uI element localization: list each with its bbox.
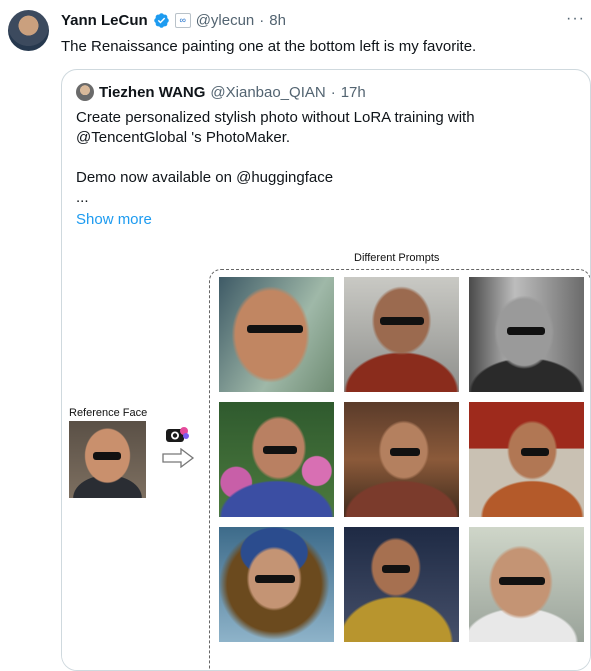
quote-separator-dot: · bbox=[330, 83, 336, 101]
author-name[interactable]: Yann LeCun bbox=[61, 12, 148, 29]
photomaker-logo-icon bbox=[166, 427, 189, 442]
generated-photo bbox=[344, 402, 459, 517]
author-avatar[interactable] bbox=[8, 10, 49, 51]
show-more-link[interactable]: Show more bbox=[76, 211, 152, 228]
quote-media-image[interactable]: Different Prompts Reference Face bbox=[62, 248, 590, 670]
quote-line: Demo now available on @huggingface bbox=[76, 169, 334, 186]
generated-photo bbox=[219, 277, 334, 392]
generated-photo bbox=[469, 277, 584, 392]
generated-photo bbox=[344, 527, 459, 642]
generated-photo bbox=[469, 402, 584, 517]
quote-header: Tiezhen WANG @Xianbao_QIAN · 17h bbox=[76, 83, 366, 101]
quote-line: Create personalized stylish photo withou… bbox=[76, 109, 475, 126]
verified-badge-icon bbox=[153, 13, 169, 28]
quote-line: ... bbox=[76, 189, 89, 206]
author-handle[interactable]: @ylecun bbox=[196, 12, 255, 29]
quote-author-handle[interactable]: @Xianbao_QIAN bbox=[210, 84, 325, 101]
generated-photo bbox=[344, 277, 459, 392]
quote-line bbox=[76, 148, 475, 168]
tweet-time[interactable]: 8h bbox=[269, 12, 286, 29]
quoted-tweet[interactable]: Tiezhen WANG @Xianbao_QIAN · 17h Create … bbox=[61, 69, 591, 671]
reference-face-label: Reference Face bbox=[69, 407, 148, 419]
tweet-text: The Renaissance painting one at the bott… bbox=[61, 38, 477, 55]
generated-photo bbox=[219, 402, 334, 517]
separator-dot: · bbox=[259, 12, 265, 29]
generated-photo bbox=[469, 527, 584, 642]
quote-time[interactable]: 17h bbox=[341, 84, 366, 101]
meta-affiliation-icon[interactable]: ∞ bbox=[174, 13, 191, 28]
arrow-right-icon bbox=[162, 448, 195, 468]
figure-title: Different Prompts bbox=[354, 252, 440, 264]
quote-line: @TencentGlobal 's PhotoMaker. bbox=[76, 129, 291, 146]
quote-text: Create personalized stylish photo withou… bbox=[76, 108, 475, 208]
reference-face-photo bbox=[69, 421, 146, 498]
quote-author-name[interactable]: Tiezhen WANG bbox=[99, 84, 205, 101]
quote-author-avatar[interactable] bbox=[76, 83, 94, 101]
more-icon[interactable]: ··· bbox=[566, 10, 585, 28]
tweet-header: Yann LeCun ∞ @ylecun · 8h bbox=[61, 12, 286, 29]
generated-photo bbox=[219, 527, 334, 642]
